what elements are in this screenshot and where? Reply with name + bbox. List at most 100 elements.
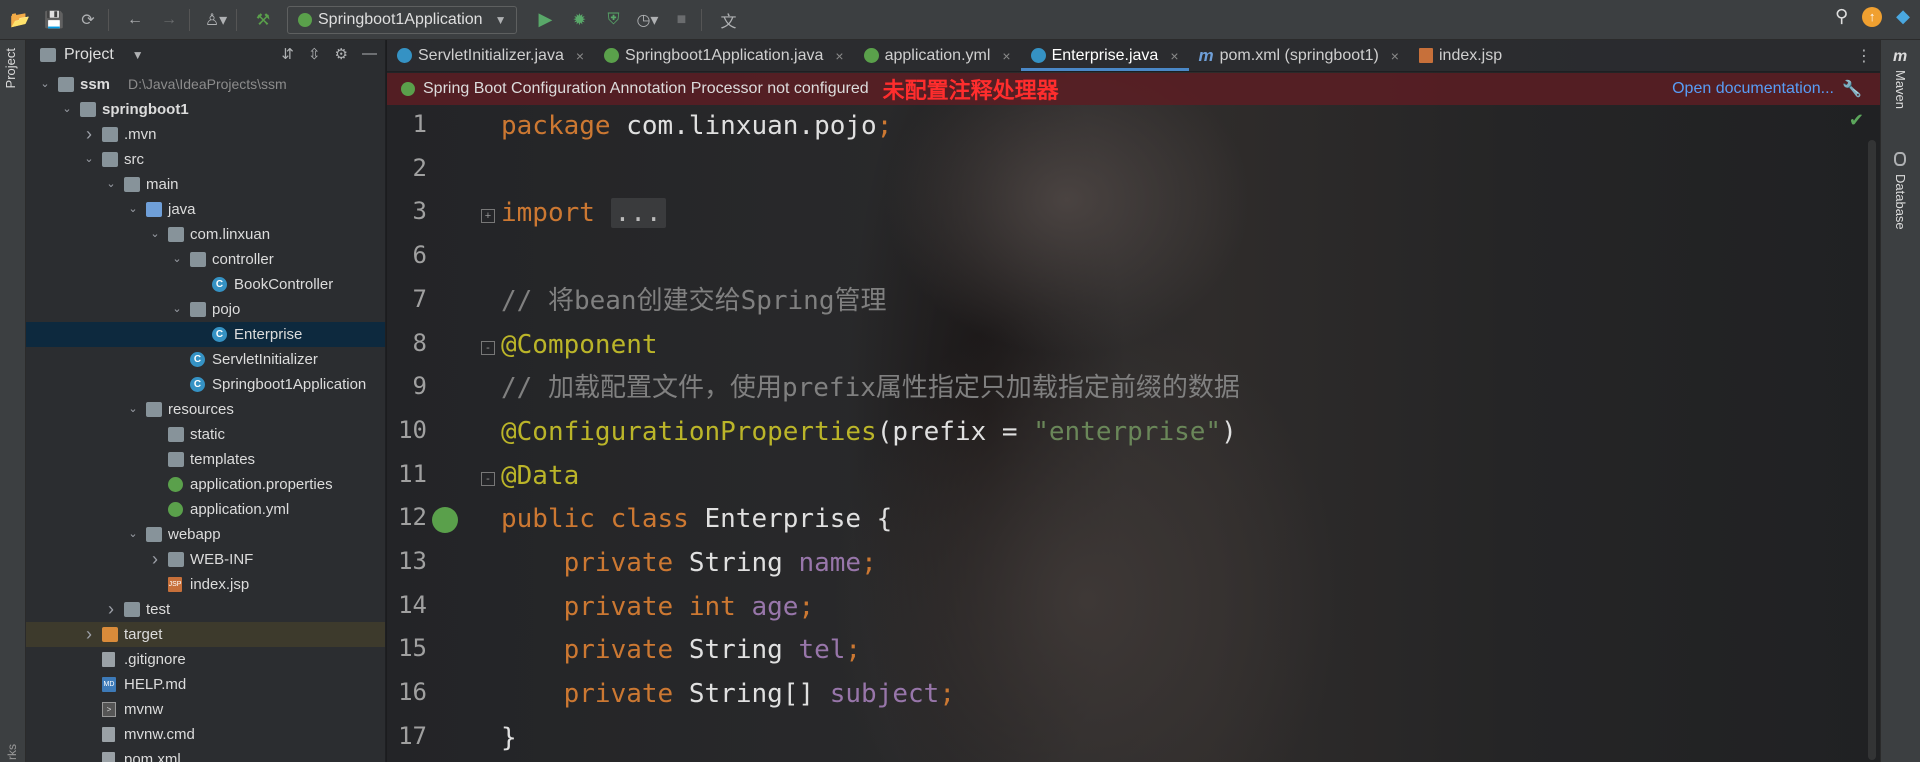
tree-item[interactable]: ⌄ ssm D:\Java\IdeaProjects\ssm	[26, 72, 385, 97]
open-folder-icon[interactable]: 📂	[6, 6, 34, 34]
run-icon[interactable]: ▶	[531, 6, 559, 34]
tree-item[interactable]: mvnw.cmd	[26, 722, 385, 747]
chevron-down-icon[interactable]: ⌄	[60, 97, 74, 122]
tree-item[interactable]: ⌄ webapp	[26, 522, 385, 547]
folder-icon	[190, 252, 206, 267]
plugin-icon[interactable]: ◆	[1896, 6, 1910, 27]
chevron-down-icon[interactable]: ⌄	[38, 72, 52, 97]
editor-tab[interactable]: m pom.xml (springboot1) ×	[1189, 40, 1409, 71]
tree-item[interactable]: pom.xml	[26, 747, 385, 762]
fold-collapse-icon[interactable]: -	[481, 340, 495, 355]
database-icon[interactable]	[1894, 152, 1906, 166]
tree-item[interactable]: ⌄ com.linxuan	[26, 222, 385, 247]
tree-item[interactable]: static	[26, 422, 385, 447]
tree-item[interactable]: › test	[26, 597, 385, 622]
tree-item[interactable]: › WEB-INF	[26, 547, 385, 572]
tree-item[interactable]: C ServletInitializer	[26, 347, 385, 372]
chevron-right-icon[interactable]: ›	[82, 122, 96, 147]
close-tab-icon[interactable]: ×	[835, 48, 843, 64]
editor-tab[interactable]: application.yml ×	[854, 40, 1021, 71]
fold-expand-icon[interactable]: +	[481, 209, 495, 224]
tree-item[interactable]: JSP index.jsp	[26, 572, 385, 597]
search-icon[interactable]: ⚲	[1835, 6, 1848, 27]
tree-item[interactable]: ⌄ controller	[26, 247, 385, 272]
inspection-ok-icon[interactable]: ✔	[1849, 110, 1864, 131]
tree-item[interactable]: application.properties	[26, 472, 385, 497]
code-token: ;	[876, 111, 893, 141]
close-tab-icon[interactable]: ×	[1391, 48, 1399, 64]
editor-tab[interactable]: Springboot1Application.java ×	[594, 40, 854, 71]
chevron-down-icon[interactable]: ⌄	[170, 297, 184, 322]
spring-icon	[168, 502, 183, 517]
wrench-icon[interactable]: 🔧	[1842, 79, 1862, 99]
update-icon[interactable]: ↑	[1862, 6, 1883, 27]
database-tool-window-button[interactable]: Database	[1893, 174, 1908, 230]
chevron-down-icon[interactable]: ⌄	[82, 147, 96, 172]
editor-scrollbar[interactable]	[1868, 140, 1876, 760]
stop-icon[interactable]: ■	[667, 6, 695, 34]
code-token: age	[751, 591, 799, 622]
tree-item[interactable]: MD HELP.md	[26, 672, 385, 697]
tree-item[interactable]: ⌄ resources	[26, 397, 385, 422]
tree-item-label: .gitignore	[124, 651, 186, 668]
folder-icon	[124, 602, 140, 617]
spring-bean-icon[interactable]	[432, 507, 458, 534]
profile-icon[interactable]: ◷▾	[633, 6, 661, 34]
project-panel-title[interactable]: Project	[64, 46, 114, 64]
back-icon[interactable]: ←	[121, 6, 149, 34]
tree-item[interactable]: ⌄ main	[26, 172, 385, 197]
close-tab-icon[interactable]: ×	[1002, 48, 1010, 64]
chevron-right-icon[interactable]: ›	[104, 597, 118, 622]
chevron-down-icon[interactable]: ⌄	[170, 247, 184, 272]
chevron-down-icon[interactable]: ⌄	[148, 222, 162, 247]
close-tab-icon[interactable]: ×	[576, 48, 584, 64]
chevron-down-icon[interactable]: ⌄	[126, 197, 140, 222]
translate-icon[interactable]: 文	[714, 6, 742, 34]
tree-item[interactable]: ⌄ pojo	[26, 297, 385, 322]
tree-item[interactable]: ⌄ springboot1	[26, 97, 385, 122]
tree-item[interactable]: › .mvn	[26, 122, 385, 147]
maven-tool-window-button[interactable]: Maven	[1893, 70, 1908, 109]
editor-tab[interactable]: index.jsp	[1409, 40, 1512, 71]
maven-icon[interactable]: m	[1893, 48, 1907, 66]
coverage-icon[interactable]: ⛨	[599, 6, 627, 34]
folded-imports[interactable]: ...	[610, 198, 666, 229]
tree-item[interactable]: templates	[26, 447, 385, 472]
save-icon[interactable]: 💾	[40, 6, 68, 34]
tree-item[interactable]: .gitignore	[26, 647, 385, 672]
code-line: @Component	[501, 327, 658, 363]
tree-item-label: BookController	[234, 276, 334, 293]
tree-item[interactable]: application.yml	[26, 497, 385, 522]
debug-icon[interactable]: ✹	[565, 6, 593, 34]
editor-tab[interactable]: ServletInitializer.java ×	[387, 40, 594, 71]
collapse-all-icon[interactable]: ⇳	[308, 45, 321, 63]
fold-collapse-icon[interactable]: -	[481, 471, 495, 486]
chevron-right-icon[interactable]: ›	[148, 547, 162, 572]
tree-item[interactable]: > mvnw	[26, 697, 385, 722]
tree-item[interactable]: C Enterprise	[26, 322, 385, 347]
chevron-down-icon[interactable]: ⌄	[126, 397, 140, 422]
tree-item[interactable]: › target	[26, 622, 385, 647]
chevron-down-icon[interactable]: ▼	[132, 48, 144, 62]
bookmarks-tool-window-button[interactable]: rks	[5, 744, 19, 760]
gear-icon[interactable]: ⚙	[335, 45, 348, 63]
build-hammer-icon[interactable]: ⚒	[249, 6, 277, 34]
close-tab-icon[interactable]: ×	[1170, 48, 1178, 64]
chevron-down-icon[interactable]: ⌄	[104, 172, 118, 197]
more-tabs-icon[interactable]: ⋮	[1856, 46, 1872, 66]
user-menu-icon[interactable]: ♙▾	[202, 6, 230, 34]
tree-item[interactable]: ⌄ java	[26, 197, 385, 222]
editor-tab[interactable]: Enterprise.java ×	[1020, 40, 1189, 71]
chevron-right-icon[interactable]: ›	[82, 622, 96, 647]
sync-icon[interactable]: ⟳	[74, 6, 102, 34]
tree-item[interactable]: C Springboot1Application	[26, 372, 385, 397]
project-tool-window-button[interactable]: Project	[3, 48, 18, 88]
run-configuration-dropdown[interactable]: Springboot1Application ▼	[287, 5, 518, 34]
minimize-icon[interactable]: —	[362, 45, 377, 63]
tree-item[interactable]: C BookController	[26, 272, 385, 297]
expand-all-icon[interactable]: ⇵	[281, 45, 294, 63]
forward-icon[interactable]: →	[155, 6, 183, 34]
tree-item[interactable]: ⌄ src	[26, 147, 385, 172]
chevron-down-icon[interactable]: ⌄	[126, 522, 140, 547]
open-documentation-link[interactable]: Open documentation...	[1672, 80, 1834, 98]
